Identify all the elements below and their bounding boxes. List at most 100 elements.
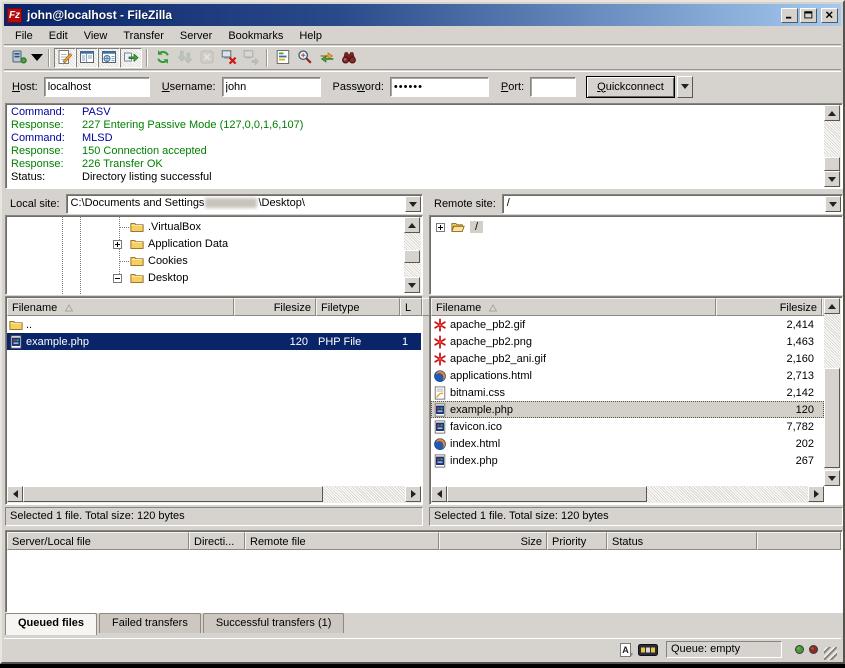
remote-file-row[interactable]: apache_pb2_ani.gif2,160 [431,350,824,367]
cell-modified: 1 [400,333,421,350]
port-input[interactable] [530,77,576,97]
local-selection-status: Selected 1 file. Total size: 120 bytes [5,507,423,526]
queue-column-header-remote-file[interactable]: Remote file [245,532,439,550]
column-header-label: Filename [436,302,481,314]
local-site-dropdown-button[interactable] [405,196,421,212]
refresh-button[interactable] [152,48,174,68]
local-file-row[interactable]: .. [7,316,421,333]
remote-hscrollbar-thumb[interactable] [447,486,647,502]
collapse-icon[interactable] [113,274,122,283]
menu-server[interactable]: Server [172,28,220,44]
menu-bookmarks[interactable]: Bookmarks [220,28,291,44]
tree-item-label: Application Data [148,238,228,250]
log-line-text: 227 Entering Passive Mode (127,0,0,1,6,1… [82,119,303,132]
remote-site-combobox[interactable]: / [502,194,843,214]
remote-hscrollbar[interactable] [431,486,824,503]
column-header-filename[interactable]: Filename [7,298,234,316]
queue-column-header-status[interactable]: Status [607,532,757,550]
tree-item-root[interactable]: / [430,219,842,236]
tree-item-cookies[interactable]: Cookies [6,253,422,270]
quickconnect-button[interactable]: Quickconnect [586,76,675,98]
menu-view[interactable]: View [76,28,116,44]
log-scrollbar[interactable] [824,105,841,187]
quickconnect-dropdown-button[interactable] [677,76,693,98]
compare-directories-button[interactable] [294,48,316,68]
remote-file-row[interactable]: index.php267 [431,452,824,469]
column-header-filesize[interactable]: Filesize [234,298,316,316]
cell-size: 2,414 [716,316,822,333]
local-hscrollbar[interactable] [7,486,421,503]
queue-column-header-directi---[interactable]: Directi... [189,532,245,550]
close-button[interactable] [821,8,838,23]
filter-button[interactable] [272,48,294,68]
remote-file-row[interactable]: apache_pb2.gif2,414 [431,316,824,333]
title-bar[interactable]: Fz john@localhost - FileZilla [4,4,841,26]
folder-icon [130,271,144,285]
cancel-operation-icon [199,49,215,68]
local-hscrollbar-thumb[interactable] [23,486,323,502]
column-header-l[interactable]: L [400,298,422,316]
folder-icon [9,318,23,332]
toggle-message-log-button[interactable] [54,48,76,68]
local-file-row[interactable]: example.php120PHP File1 [7,333,421,350]
remote-file-row[interactable]: applications.html2,713 [431,367,824,384]
reconnect-button [240,48,262,68]
expand-icon[interactable] [113,240,122,249]
cell-text: .. [26,319,32,331]
host-input[interactable] [44,77,150,97]
tab-failed-transfers[interactable]: Failed transfers [99,613,201,633]
tree-item-desktop[interactable]: Desktop [6,270,422,287]
expand-icon[interactable] [436,223,445,232]
column-header-filetype[interactable]: Filetype [316,298,400,316]
log-scrollbar-thumb[interactable] [824,157,840,171]
remote-file-row[interactable]: favicon.ico7,782 [431,418,824,435]
tree-item-application-data[interactable]: Application Data [6,236,422,253]
remote-vscrollbar-thumb[interactable] [824,368,840,468]
minimize-button[interactable] [781,8,798,23]
menu-help[interactable]: Help [291,28,330,44]
cell-size: 267 [716,452,822,469]
queue-column-header-size[interactable]: Size [439,532,547,550]
tab-queued-files[interactable]: Queued files [5,613,97,635]
maximize-button[interactable] [800,8,817,23]
tree-item--virtualbox[interactable]: .VirtualBox [6,219,422,236]
column-header-filesize[interactable]: Filesize [716,298,822,316]
remote-file-row[interactable]: index.html202 [431,435,824,452]
chevron-down-icon [829,202,837,207]
remote-file-row[interactable]: bitnami.css2,142 [431,384,824,401]
queue-column-header-priority[interactable]: Priority [547,532,607,550]
disconnect-button[interactable] [218,48,240,68]
remote-vscrollbar[interactable] [824,298,841,486]
site-manager-button[interactable] [8,48,30,68]
tab-successful-transfers--1-[interactable]: Successful transfers (1) [203,613,345,633]
remote-file-row[interactable]: example.php120 [431,401,824,418]
log-line-label: Response: [8,158,82,171]
cell-name: .. [7,316,234,333]
synchronized-browsing-button[interactable] [316,48,338,68]
column-header-filename[interactable]: Filename [431,298,716,316]
ascii-data-type-icon[interactable]: A [618,642,634,658]
username-input[interactable] [222,77,321,97]
queue-column-header-server-local-file[interactable]: Server/Local file [7,532,189,550]
remote-site-dropdown-button[interactable] [825,196,841,212]
window-title: john@localhost - FileZilla [27,8,779,22]
menu-file[interactable]: File [7,28,41,44]
toggle-local-tree-button[interactable] [76,48,98,68]
log-line-label: Command: [8,132,82,145]
site-manager-dropdown-button[interactable] [30,48,44,68]
queue-led-inactive [809,645,818,654]
remote-file-row[interactable]: apache_pb2.png1,463 [431,333,824,350]
log-line-label: Status: [8,171,82,184]
password-input[interactable] [390,77,489,97]
cell-text: 7,782 [786,421,814,433]
menu-transfer[interactable]: Transfer [115,28,172,44]
column-header-label: L [405,302,411,314]
toggle-remote-tree-button[interactable] [98,48,120,68]
local-site-combobox[interactable]: C:\Documents and Settings\Desktop\ [66,194,423,214]
cell-text: example.php [26,336,89,348]
menu-edit[interactable]: Edit [41,28,76,44]
toggle-transfer-queue-button[interactable] [120,48,142,68]
speed-limits-icon[interactable] [638,644,658,656]
resize-grip[interactable] [824,647,837,660]
find-files-button[interactable] [338,48,360,68]
